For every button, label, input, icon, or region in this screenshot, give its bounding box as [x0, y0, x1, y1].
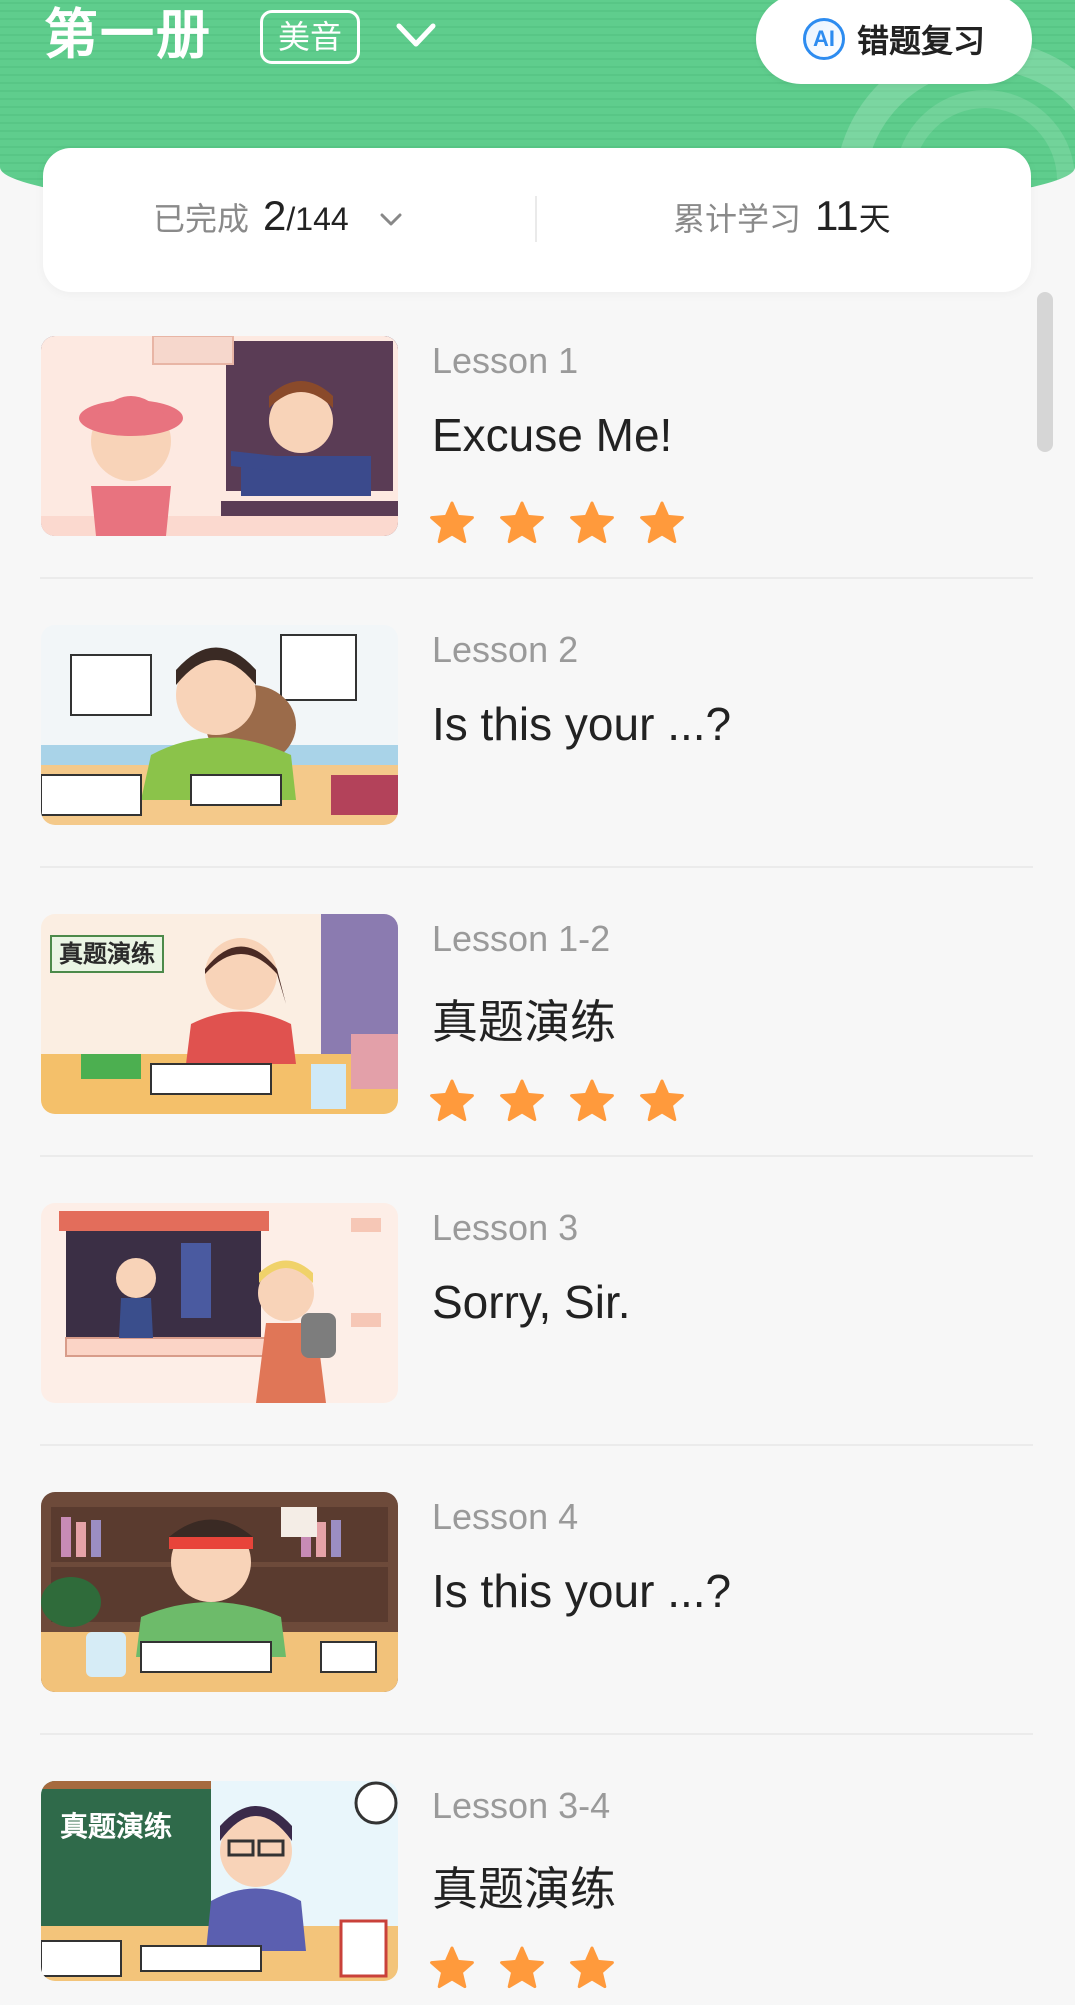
lesson-number: Lesson 1-2 — [432, 918, 611, 959]
lesson-title: Excuse Me! — [432, 409, 673, 461]
chevron-down-icon[interactable] — [393, 16, 439, 56]
star-icon — [500, 1079, 544, 1122]
star-icon — [430, 501, 474, 544]
star-icon — [430, 1946, 474, 1989]
lesson-title: Sorry, Sir. — [432, 1276, 631, 1328]
star-icon — [640, 1079, 684, 1122]
list-item[interactable]: Lesson 3 Sorry, Sir. — [0, 1157, 1075, 1446]
star-icon — [570, 501, 614, 544]
star-icon — [640, 501, 684, 544]
lesson-number: Lesson 4 — [432, 1496, 579, 1537]
days-label: 累计学习 — [673, 201, 802, 237]
lesson-stars — [428, 1945, 616, 1991]
thumb-caption: 真题演练 — [59, 940, 155, 968]
lesson-number: Lesson 1 — [432, 340, 579, 381]
lesson-thumbnail — [41, 1203, 398, 1403]
lesson-thumbnail — [41, 1492, 398, 1692]
star-icon — [570, 1079, 614, 1122]
lesson-number: Lesson 2 — [432, 629, 579, 670]
completed-value: 2 — [263, 192, 287, 239]
accent-badge[interactable]: 美音 — [260, 10, 360, 64]
star-icon — [430, 1079, 474, 1122]
star-icon — [500, 1946, 544, 1989]
ai-review-label: 错题复习 — [856, 23, 985, 59]
lesson-title: 真题演练 — [432, 1863, 616, 1915]
list-item[interactable]: 真题演练 Lesson 3-4 真题演练 — [0, 1735, 1075, 2005]
days-value: 11 — [815, 192, 859, 239]
list-item[interactable]: Lesson 1 Excuse Me! — [0, 290, 1075, 579]
lesson-stars — [428, 500, 686, 546]
lesson-list: Lesson 1 Excuse Me! Lesson 2 Is this you… — [0, 290, 1075, 2005]
star-icon — [570, 1946, 614, 1989]
ai-mistake-review-button[interactable]: AI 错题复习 — [756, 0, 1032, 84]
lesson-thumbnail: 真题演练 — [41, 1781, 398, 1981]
lesson-number: Lesson 3-4 — [432, 1785, 611, 1826]
list-item[interactable]: Lesson 2 Is this your ...? — [0, 579, 1075, 868]
ai-icon: AI — [802, 18, 845, 60]
lesson-thumbnail — [41, 336, 398, 536]
lesson-title: Is this your ...? — [432, 698, 732, 750]
completed-label: 已完成 — [153, 201, 250, 237]
list-item[interactable]: 真题演练 Lesson 1-2 真题演练 — [0, 868, 1075, 1157]
stats-divider — [535, 196, 537, 242]
completed-total: /144 — [286, 201, 349, 237]
lesson-stars — [428, 1078, 686, 1124]
lesson-title: Is this your ...? — [432, 1565, 732, 1617]
thumb-caption: 真题演练 — [60, 1810, 172, 1843]
lesson-thumbnail — [41, 625, 398, 825]
list-item[interactable]: Lesson 4 Is this your ...? — [0, 1446, 1075, 1735]
star-icon — [500, 501, 544, 544]
lesson-thumbnail: 真题演练 — [41, 914, 398, 1114]
lesson-number: Lesson 3 — [432, 1207, 579, 1248]
book-title[interactable]: 第一册 — [44, 0, 212, 70]
days-unit: 天 — [858, 201, 891, 237]
chevron-down-icon — [380, 213, 402, 226]
completed-progress-selector[interactable]: 已完成 2 /144 — [153, 192, 403, 248]
lesson-title: 真题演练 — [432, 996, 616, 1048]
progress-stats-card: 已完成 2 /144 累计学习 11 天 — [43, 148, 1031, 292]
study-days: 累计学习 11 天 — [673, 192, 891, 248]
